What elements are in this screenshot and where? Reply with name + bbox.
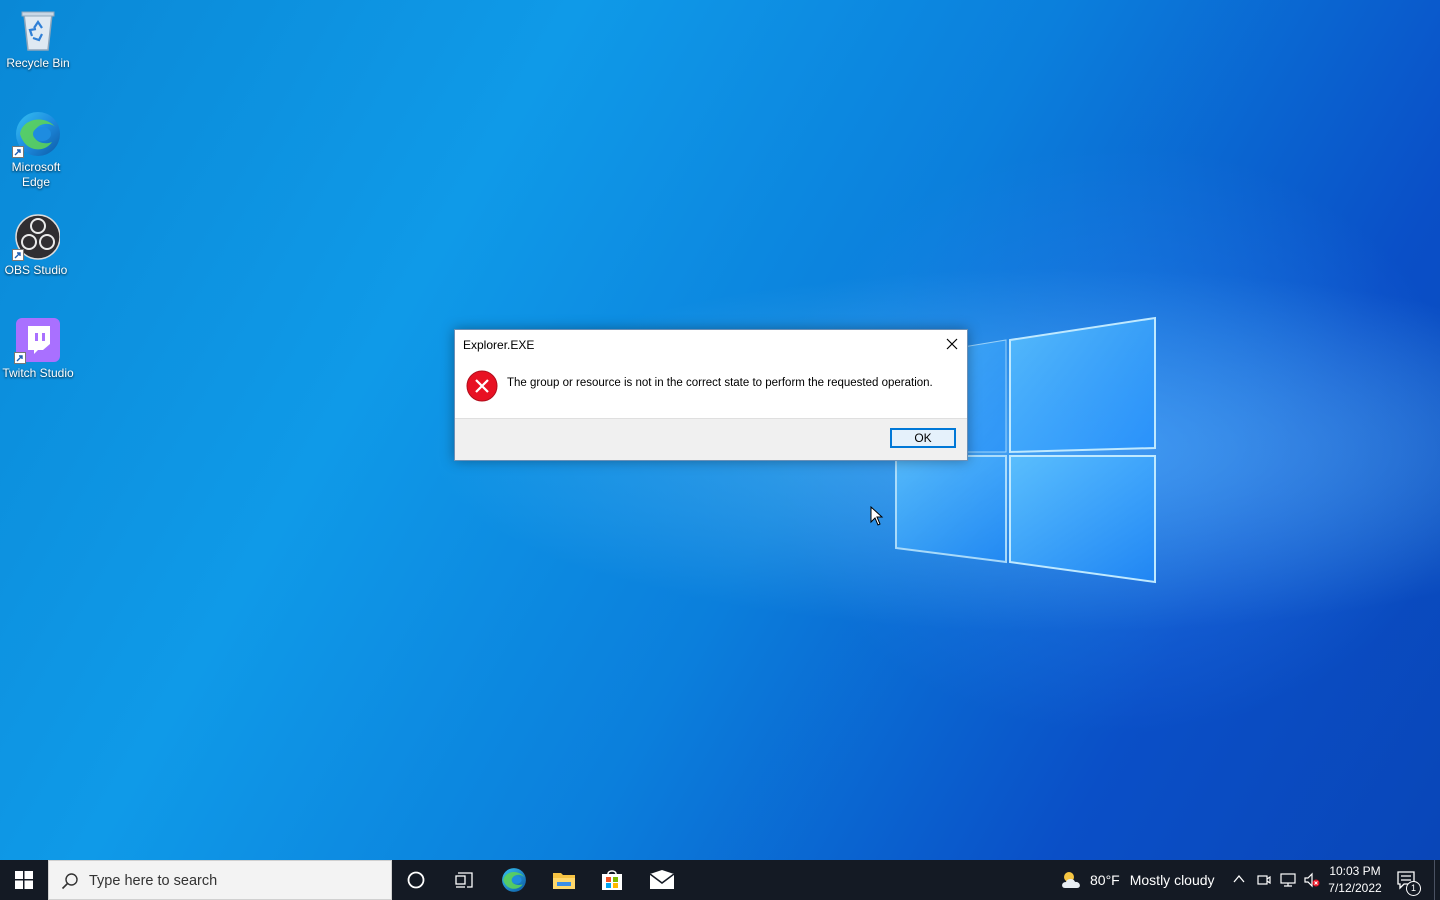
desktop-icon-edge[interactable]: Microsoft Edge [0,110,74,190]
weather-widget[interactable]: 80°F Mostly cloudy [1060,860,1215,900]
close-button[interactable] [943,335,961,353]
mail-icon [649,870,675,889]
edge-icon [502,868,526,892]
desktop: Recycle Bin Microsoft Edge OBS Studio Tw… [0,0,1440,860]
weather-description: Mostly cloudy [1129,872,1215,888]
desktop-icon-recycle-bin[interactable]: Recycle Bin [0,6,76,71]
cortana-icon [407,871,425,889]
weather-temperature: 80°F [1090,872,1120,888]
taskbar-edge-button[interactable] [490,860,538,900]
dialog-footer: OK [455,418,967,460]
clock-time: 10:03 PM [1329,864,1381,878]
task-view-button[interactable] [440,860,488,900]
ok-button[interactable]: OK [890,428,956,448]
clock-date: 7/12/2022 [1328,881,1382,895]
desktop-icon-label: OBS Studio [4,263,68,277]
shortcut-arrow-icon [12,249,24,261]
network-icon[interactable] [1279,872,1297,888]
error-icon [466,370,498,402]
cortana-button[interactable] [392,860,440,900]
meet-now-icon[interactable] [1256,872,1272,888]
taskbar: Type here to search 80°F Mostly cloudy 1… [0,860,1440,900]
desktop-icon-label: Recycle Bin [6,56,70,70]
notification-count-badge: 1 [1406,881,1421,896]
edge-icon [12,110,60,158]
dialog-title: Explorer.EXE [463,338,535,352]
obs-icon [12,213,61,261]
mouse-cursor-icon [870,506,884,526]
show-hidden-icons-chevron-icon[interactable] [1232,872,1246,886]
start-button[interactable] [0,860,48,900]
search-icon [61,873,78,890]
twitch-icon [14,316,62,364]
desktop-icon-twitch[interactable]: Twitch Studio [0,316,76,381]
error-dialog: Explorer.EXE The group or resource is no… [454,329,968,461]
volume-muted-icon[interactable] [1303,872,1321,888]
desktop-icon-label: Twitch Studio [2,366,74,380]
windows-start-icon [15,871,33,889]
desktop-icon-obs[interactable]: OBS Studio [0,213,74,278]
shortcut-arrow-icon [12,146,24,158]
desktop-icon-label: Microsoft Edge [11,160,61,189]
close-icon [946,338,958,350]
taskbar-mail-button[interactable] [638,860,686,900]
system-clock[interactable]: 10:03 PM 7/12/2022 [1322,863,1388,897]
taskbar-file-explorer-button[interactable] [540,860,588,900]
task-view-icon [455,872,473,888]
search-input[interactable]: Type here to search [48,860,392,900]
partly-cloudy-icon [1062,872,1080,888]
search-placeholder: Type here to search [89,873,218,889]
recycle-bin-icon [14,6,62,54]
dialog-message: The group or resource is not in the corr… [507,377,933,389]
shortcut-arrow-icon [14,352,26,364]
taskbar-store-button[interactable] [588,860,636,900]
store-icon [602,870,622,890]
file-explorer-icon [553,873,575,889]
show-desktop-button[interactable] [1434,860,1440,900]
